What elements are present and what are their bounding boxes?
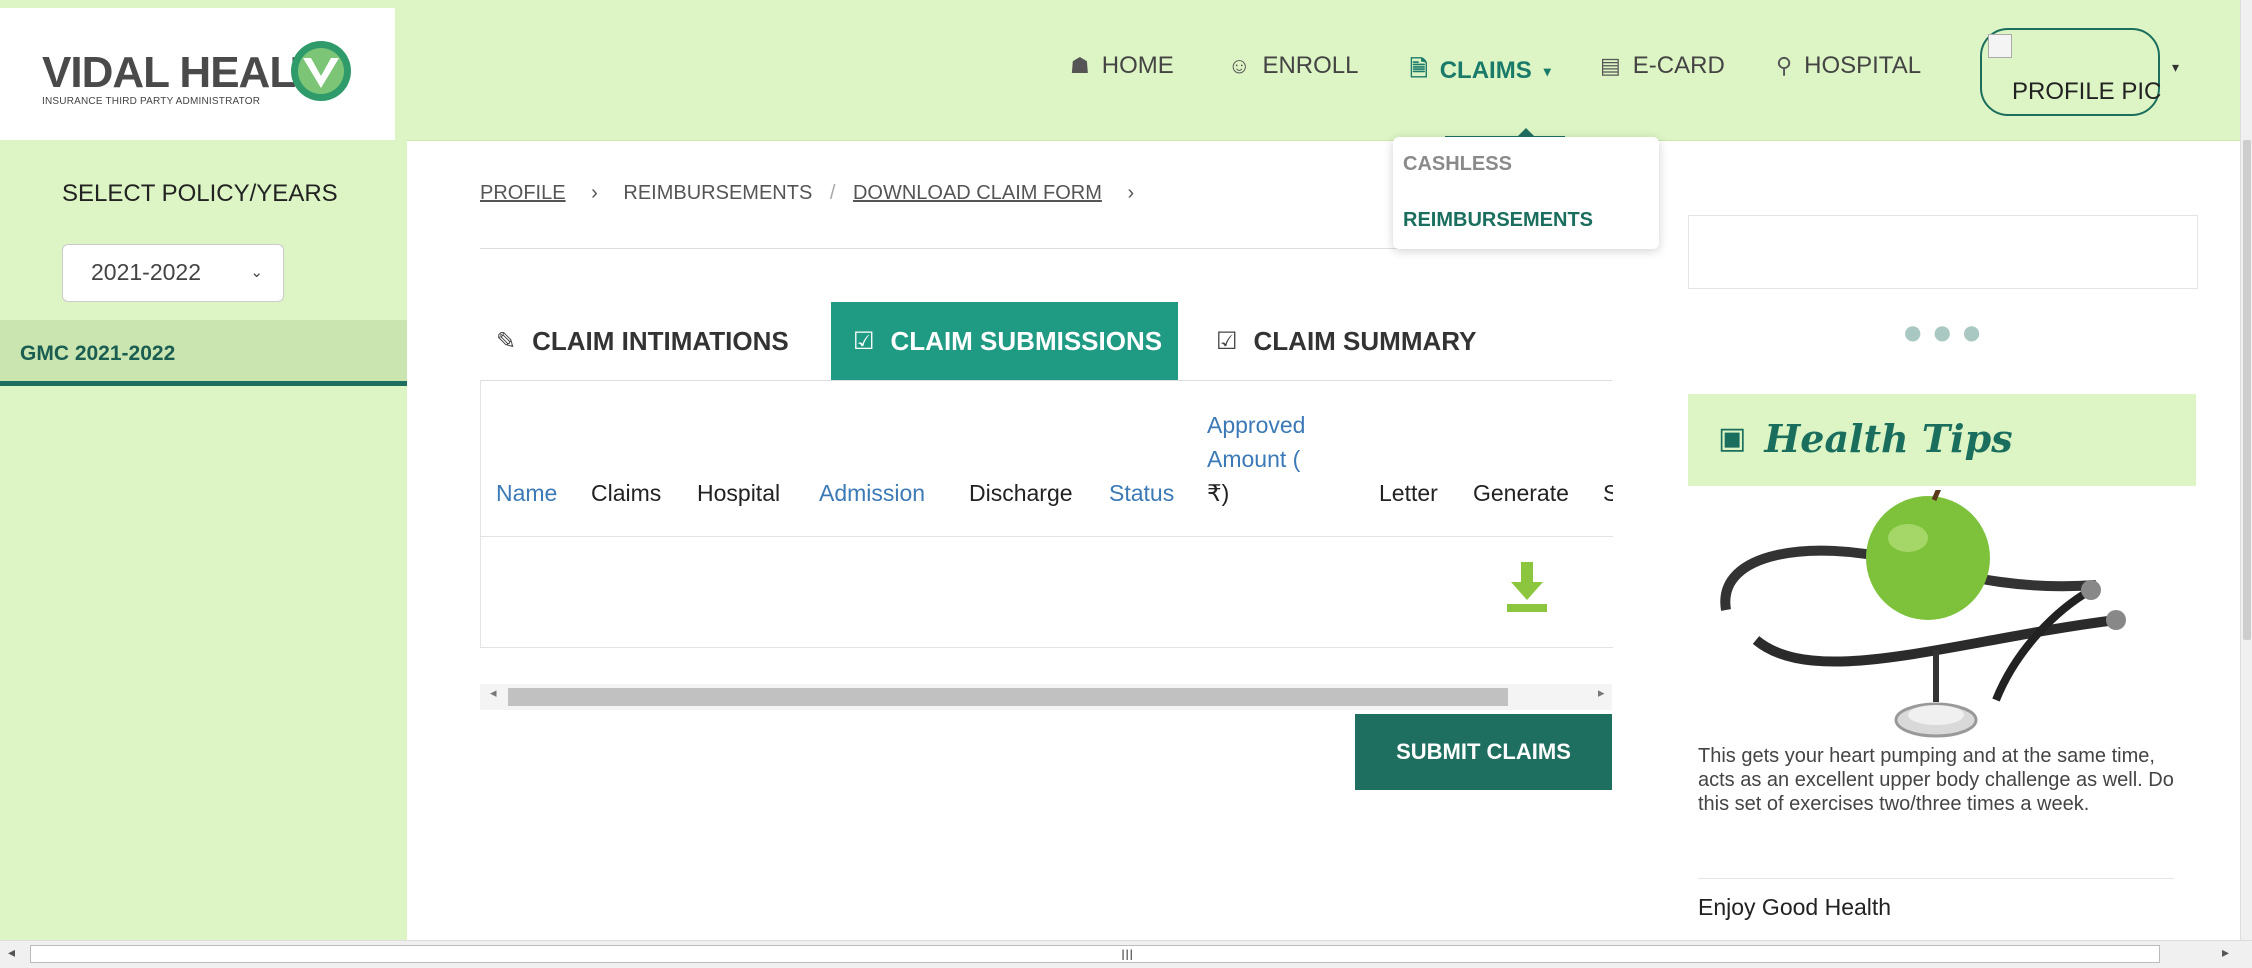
nav-claims[interactable]: 🗎 CLAIMS ▾	[1410, 52, 1551, 90]
table-horizontal-scrollbar[interactable]: ◂ ▸	[480, 684, 1612, 710]
right-placeholder-box	[1688, 215, 2198, 289]
tab-claim-summary[interactable]: ☑ CLAIM SUMMARY	[1216, 302, 1476, 380]
breadcrumb-reimbursements: REIMBURSEMENTS	[623, 182, 813, 204]
table-header-divider	[481, 536, 1613, 537]
breadcrumb-slash: /	[829, 182, 836, 204]
document-icon: 🗎	[1410, 56, 1428, 81]
top-header: VIDAL HEALTH INSURANCE THIRD PARTY ADMIN…	[0, 0, 2240, 141]
col-generate: Generate	[1473, 480, 1569, 506]
checklist-icon: ☑	[853, 327, 875, 355]
col-hospital: Hospital	[697, 480, 781, 506]
scroll-left-icon[interactable]: ◂	[8, 945, 15, 961]
health-tips-divider	[1698, 878, 2174, 879]
policy-year-select[interactable]: 2021-2022 ⌄	[62, 244, 284, 302]
edit-icon: ✎	[496, 327, 517, 355]
scroll-grip: III	[1121, 948, 1134, 964]
scroll-left-icon[interactable]: ◂	[490, 686, 497, 701]
nav-hospital-label: HOSPITAL	[1804, 52, 1922, 79]
breadcrumb: PROFILE › REIMBURSEMENTS / DOWNLOAD CLAI…	[480, 182, 1154, 205]
search-icon: ⚲	[1776, 53, 1793, 78]
nav-enroll-label: ENROLL	[1262, 52, 1359, 79]
sidebar: SELECT POLICY/YEARS 2021-2022 ⌄ GMC 2021…	[0, 140, 407, 940]
tab-claim-intimations[interactable]: ✎ CLAIM INTIMATIONS	[496, 302, 789, 380]
col-admission[interactable]: Admission	[819, 480, 925, 507]
col-discharge: Discharge	[969, 480, 1073, 506]
download-icon[interactable]	[1503, 558, 1551, 614]
tab-claim-summary-label: CLAIM SUMMARY	[1253, 325, 1477, 356]
breadcrumb-download-claim-form[interactable]: DOWNLOAD CLAIM FORM	[853, 182, 1102, 204]
col-approved-amount[interactable]: Approved Amount ( ₹)	[1207, 408, 1305, 510]
col-name[interactable]: Name	[496, 480, 557, 507]
broken-image-icon	[1988, 34, 2012, 58]
table-scroll-thumb[interactable]	[508, 688, 1508, 706]
menu-item-reimbursements[interactable]: REIMBURSEMENTS	[1403, 209, 1593, 232]
page-horizontal-scrollbar[interactable]: ◂ III ▸	[0, 940, 2252, 968]
profile-button[interactable]: PROFILE PIC	[1980, 28, 2162, 116]
checklist-icon: ☑	[1216, 327, 1238, 355]
health-tips-title: ▣ Health Tips	[1718, 416, 2013, 461]
menu-item-cashless[interactable]: CASHLESS	[1403, 153, 1512, 176]
home-icon: ☗	[1070, 53, 1090, 78]
stethoscope-apple-image	[1720, 490, 2126, 738]
scroll-right-icon[interactable]: ▸	[2222, 945, 2229, 961]
nav-hospital[interactable]: ⚲ HOSPITAL	[1776, 52, 1921, 80]
breadcrumb-chevron-icon: ›	[591, 182, 598, 204]
carousel-dots[interactable]: ●●●	[1904, 320, 1992, 344]
enroll-icon: ☺	[1228, 53, 1251, 78]
nav-claims-label: CLAIMS	[1439, 57, 1532, 84]
health-tips-title-text: Health Tips	[1764, 416, 2013, 461]
nav-home[interactable]: ☗ HOME	[1070, 52, 1174, 80]
profile-label: PROFILE PIC	[2012, 78, 2162, 105]
sidebar-title: SELECT POLICY/YEARS	[62, 180, 338, 207]
logo-check-icon	[291, 41, 351, 101]
page-vertical-scroll-thumb[interactable]	[2243, 140, 2251, 640]
nav-ecard[interactable]: ▤ E-CARD	[1600, 52, 1725, 80]
col-claims: Claims	[591, 480, 662, 506]
health-tips-card: ▣ Health Tips This gets your heart pumpi…	[1688, 394, 2196, 940]
chevron-down-icon: ▾	[1543, 62, 1551, 79]
tab-claim-submissions[interactable]: ☑ CLAIM SUBMISSIONS	[831, 302, 1179, 380]
health-tips-footer: Enjoy Good Health	[1698, 894, 1892, 920]
nav-enroll[interactable]: ☺ ENROLL	[1228, 52, 1359, 80]
logo[interactable]: VIDAL HEALTH INSURANCE THIRD PARTY ADMIN…	[0, 8, 395, 140]
health-tips-text: This gets your heart pumping and at the …	[1698, 745, 2174, 815]
page-vertical-scrollbar[interactable]	[2240, 0, 2252, 940]
tab-claim-intimations-label: CLAIM INTIMATIONS	[532, 325, 789, 356]
profile-chevron-down-icon[interactable]: ▾	[2172, 60, 2179, 76]
col-status[interactable]: Status	[1109, 480, 1174, 507]
sidebar-item-policy[interactable]: GMC 2021-2022	[0, 320, 407, 386]
col-letter: Letter	[1379, 480, 1438, 506]
chevron-down-icon: ⌄	[250, 264, 263, 281]
col-overflow: S	[1603, 480, 1613, 507]
submit-claims-button[interactable]: SUBMIT CLAIMS	[1355, 714, 1612, 790]
policy-year-value: 2021-2022	[91, 259, 201, 285]
claims-dropdown-menu: CASHLESS REIMBURSEMENTS	[1393, 137, 1659, 249]
page-horizontal-scroll-thumb[interactable]: III	[30, 945, 2160, 964]
breadcrumb-chevron-icon: ›	[1127, 182, 1135, 204]
claims-table: Name Claims Hospital Admission Discharge…	[480, 380, 1613, 648]
nav-ecard-label: E-CARD	[1632, 52, 1725, 79]
col-approved-line1: Approved	[1207, 412, 1306, 438]
card-icon: ▤	[1600, 53, 1621, 78]
newspaper-icon: ▣	[1718, 421, 1747, 456]
claim-tabs: ✎ CLAIM INTIMATIONS ☑ CLAIM SUBMISSIONS …	[480, 302, 1612, 381]
nav-home-label: HOME	[1101, 52, 1174, 79]
tab-claim-submissions-label: CLAIM SUBMISSIONS	[890, 325, 1163, 356]
scroll-right-icon[interactable]: ▸	[1598, 686, 1605, 701]
col-approved-line3: ₹)	[1207, 480, 1230, 506]
col-approved-line2: Amount (	[1207, 446, 1301, 472]
health-tips-header: ▣ Health Tips	[1688, 394, 2196, 486]
breadcrumb-profile[interactable]: PROFILE	[480, 182, 566, 204]
logo-tagline: INSURANCE THIRD PARTY ADMINISTRATOR	[42, 96, 261, 107]
